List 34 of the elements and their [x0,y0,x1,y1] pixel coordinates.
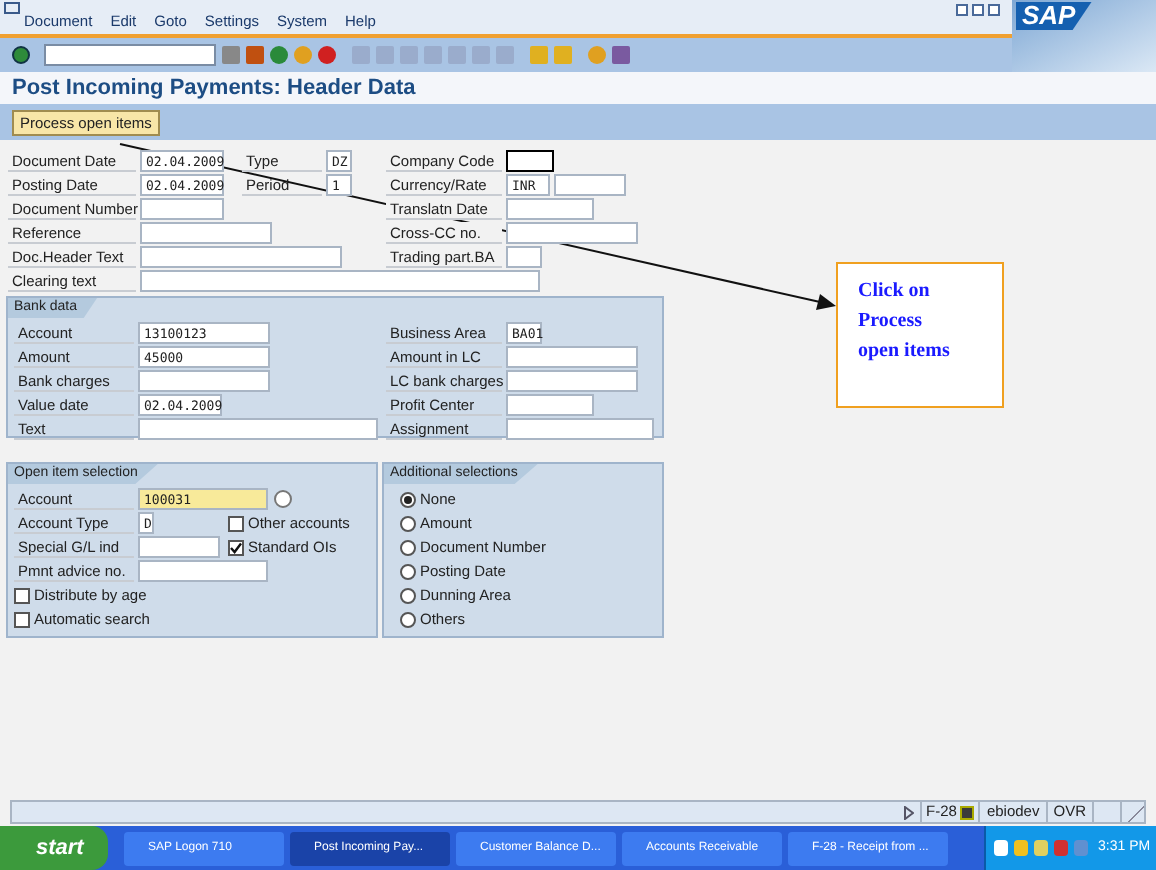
input-field[interactable] [140,222,272,244]
input-field[interactable] [506,246,542,268]
input-field[interactable] [138,536,220,558]
input-field[interactable] [506,222,638,244]
screen-title: Post Incoming Payments: Header Data [0,72,1156,104]
input-field[interactable] [138,418,378,440]
input-field[interactable] [140,270,540,292]
checkbox[interactable] [228,539,244,555]
checkbox[interactable] [14,611,30,627]
command-field[interactable] [44,44,216,66]
start-button[interactable]: start [0,826,108,870]
play-icon[interactable] [904,805,915,819]
input-field[interactable] [506,394,594,416]
sap-logo: SAP [1016,2,1092,30]
input-field[interactable] [554,174,626,196]
input-field[interactable] [506,346,638,368]
resize-grip-icon[interactable] [1120,802,1144,822]
radio-button[interactable] [400,611,416,627]
input-field[interactable] [506,150,554,172]
input-field[interactable] [140,246,342,268]
radio-button[interactable] [400,491,416,507]
input-field[interactable] [506,370,638,392]
radio-button[interactable] [400,539,416,555]
radio-button[interactable] [400,587,416,603]
input-field[interactable] [140,198,224,220]
radio-button[interactable] [400,563,416,579]
callout-note: Click on Process open items [836,262,1004,408]
input-field[interactable] [138,560,268,582]
input-field[interactable] [506,418,654,440]
checkbox[interactable] [228,515,244,531]
radio-button[interactable] [400,515,416,531]
input-field[interactable] [506,198,594,220]
checkbox[interactable] [14,587,30,603]
input-field[interactable] [138,370,270,392]
